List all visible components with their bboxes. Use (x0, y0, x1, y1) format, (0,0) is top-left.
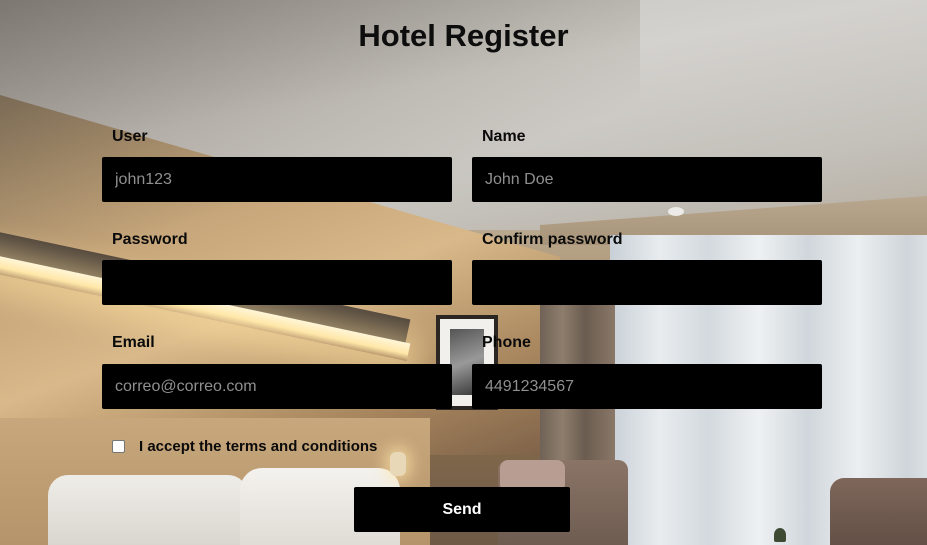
bg-smoke-detector (668, 207, 684, 216)
confirm-password-label: Confirm password (482, 231, 623, 248)
page-title: Hotel Register (358, 18, 569, 53)
bg-pillow (48, 475, 248, 545)
bg-plant (774, 528, 786, 542)
confirm-password-input[interactable] (472, 260, 822, 305)
password-label: Password (112, 231, 188, 248)
user-label: User (112, 128, 148, 145)
register-page: Hotel Register User Name Password Confir… (0, 0, 927, 545)
phone-input[interactable] (472, 364, 822, 409)
terms-label[interactable]: I accept the terms and conditions (139, 438, 377, 455)
bg-armchair (830, 478, 927, 545)
name-label: Name (482, 128, 526, 145)
password-input[interactable] (102, 260, 452, 305)
bg-lamp (390, 452, 406, 476)
email-label: Email (112, 334, 155, 351)
user-input[interactable] (102, 157, 452, 202)
phone-label: Phone (482, 334, 531, 351)
terms-checkbox[interactable] (112, 440, 125, 453)
terms-row: I accept the terms and conditions (112, 438, 377, 455)
email-input[interactable] (102, 364, 452, 409)
name-input[interactable] (472, 157, 822, 202)
send-button[interactable]: Send (354, 487, 570, 532)
